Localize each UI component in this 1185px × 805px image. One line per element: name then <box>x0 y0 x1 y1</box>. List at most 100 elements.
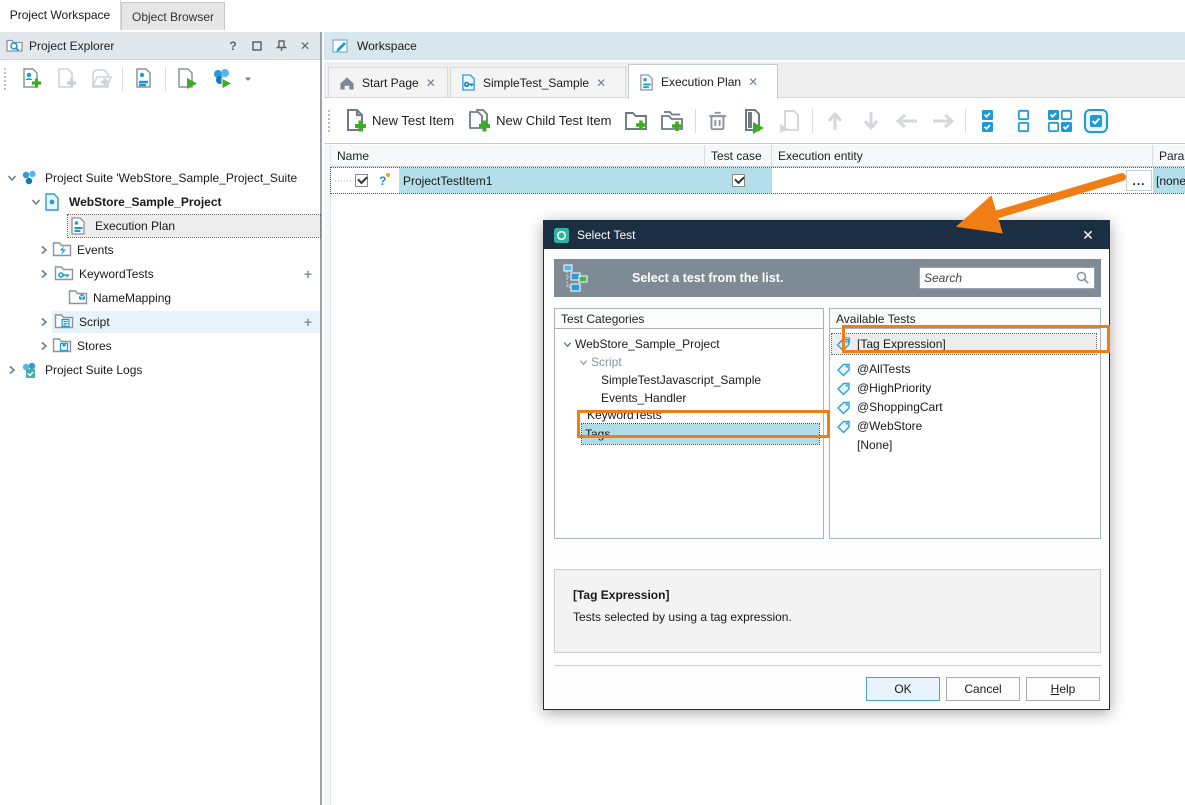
tree-item-label: NameMapping <box>93 291 171 305</box>
chevron-right-icon[interactable] <box>36 338 52 354</box>
test-highpriority[interactable]: @HighPriority <box>836 379 931 397</box>
cell-execution-entity[interactable]: ... <box>772 168 1153 193</box>
tree-item-script[interactable]: Script + <box>0 310 322 334</box>
chevron-right-icon[interactable] <box>36 314 52 330</box>
close-icon[interactable]: ✕ <box>1077 227 1099 244</box>
column-header-execution-entity[interactable]: Execution entity <box>772 145 1153 167</box>
category-keywordtests[interactable]: KeywordTests <box>587 406 662 424</box>
run-dropdown-icon[interactable] <box>243 74 253 84</box>
test-none[interactable]: [None] <box>857 436 892 454</box>
close-icon[interactable]: ✕ <box>296 37 314 55</box>
run-project-button[interactable] <box>173 65 201 93</box>
cell-name[interactable]: ProjectTestItem1 <box>399 168 705 193</box>
chevron-down-icon[interactable] <box>4 170 20 186</box>
help-button[interactable]: Help <box>1026 677 1100 701</box>
test-item-row[interactable]: ? ProjectTestItem1 ... [none] <box>331 168 1185 193</box>
column-header-test-case[interactable]: Test case <box>705 145 772 167</box>
enable-item-checkbox-icon[interactable] <box>1082 107 1110 135</box>
toolbar-grip[interactable] <box>4 68 8 90</box>
project-icon <box>44 193 64 211</box>
organize-execution-plan-button[interactable] <box>130 65 158 93</box>
workspace-header-title: Workspace <box>357 39 417 53</box>
tree-item-project-suite-logs[interactable]: Project Suite Logs <box>0 358 322 382</box>
tree-item-label: Events <box>77 243 114 257</box>
tree-item-stores[interactable]: Stores <box>0 334 322 358</box>
keywordtests-folder-icon <box>54 265 74 283</box>
run-project-suite-button[interactable] <box>208 65 236 93</box>
tab-start-page[interactable]: Start Page ✕ <box>328 67 448 98</box>
toolbar-grip[interactable] <box>328 110 332 132</box>
add-new-project-button[interactable] <box>17 65 45 93</box>
check-all-icon[interactable] <box>974 107 1002 135</box>
move-up-icon[interactable] <box>821 107 849 135</box>
document-tab-strip: Start Page ✕ SimpleTest_Sample ✕ Executi… <box>324 62 1185 98</box>
cell-test-case[interactable] <box>705 168 772 193</box>
uncheck-all-icon[interactable] <box>1010 107 1038 135</box>
cell-parameters[interactable]: [none] <box>1153 168 1185 193</box>
new-group-button[interactable] <box>623 107 651 135</box>
tree-item-namemapping[interactable]: NameMapping <box>0 286 322 310</box>
tree-item-project-suite[interactable]: Project Suite 'WebStore_Sample_Project_S… <box>0 166 322 190</box>
add-new-item-button[interactable] <box>52 65 80 93</box>
test-shoppingcart[interactable]: @ShoppingCart <box>836 398 943 416</box>
column-header-name[interactable]: Name <box>331 145 705 167</box>
keyword-test-doc-icon <box>461 74 476 91</box>
tree-item-events[interactable]: Events <box>0 238 322 262</box>
move-right-icon[interactable] <box>929 107 957 135</box>
tree-item-execution-plan[interactable]: Execution Plan <box>0 214 322 238</box>
cancel-button[interactable]: Cancel <box>946 677 1020 701</box>
new-child-test-item-button[interactable]: New Child Test Item <box>466 108 615 134</box>
category-script[interactable]: Script <box>575 353 622 371</box>
close-tab-icon[interactable]: ✕ <box>748 75 758 89</box>
tab-execution-plan[interactable]: Execution Plan ✕ <box>628 64 778 99</box>
tab-project-workspace[interactable]: Project Workspace <box>0 0 121 30</box>
category-events-handler[interactable]: Events_Handler <box>601 389 686 407</box>
chevron-right-icon[interactable] <box>36 242 52 258</box>
run-from-selected-button[interactable] <box>776 107 804 135</box>
move-left-icon[interactable] <box>893 107 921 135</box>
chevron-down-icon[interactable] <box>28 194 44 210</box>
grid-left-gutter <box>324 145 331 805</box>
column-header-parameters[interactable]: Param <box>1153 145 1185 167</box>
tab-project-workspace-label: Project Workspace <box>10 8 110 22</box>
search-input[interactable] <box>924 271 1076 285</box>
test-tag-expression[interactable]: [Tag Expression] <box>832 334 1096 354</box>
category-project[interactable]: WebStore_Sample_Project <box>559 335 720 353</box>
test-webstore[interactable]: @WebStore <box>836 417 922 435</box>
row-enabled-checkbox[interactable] <box>355 174 368 187</box>
tab-object-browser[interactable]: Object Browser <box>121 2 225 30</box>
delete-button[interactable] <box>704 107 732 135</box>
search-box[interactable] <box>919 267 1095 289</box>
run-selected-item-button[interactable] <box>740 107 768 135</box>
dialog-titlebar[interactable]: Select Test ✕ <box>544 221 1109 249</box>
chevron-right-icon[interactable] <box>36 266 52 282</box>
close-tab-icon[interactable]: ✕ <box>596 76 606 90</box>
dialog-separator <box>554 665 1101 666</box>
move-down-icon[interactable] <box>857 107 885 135</box>
add-item-icon[interactable]: + <box>304 266 312 282</box>
close-tab-icon[interactable]: ✕ <box>426 76 436 90</box>
invert-checks-icon[interactable] <box>1046 107 1074 135</box>
new-child-group-button[interactable] <box>659 107 687 135</box>
chevron-right-icon[interactable] <box>4 362 20 378</box>
maximize-icon[interactable] <box>248 37 266 55</box>
ok-button[interactable]: OK <box>866 677 940 701</box>
test-case-checkbox[interactable] <box>732 174 745 187</box>
category-simpletestjavascript[interactable]: SimpleTestJavascript_Sample <box>601 371 761 389</box>
pin-icon[interactable] <box>272 37 290 55</box>
chevron-down-icon[interactable] <box>559 336 575 352</box>
new-test-item-button[interactable]: New Test Item <box>342 108 458 134</box>
tree-item-project[interactable]: WebStore_Sample_Project <box>0 190 322 214</box>
category-tags[interactable]: Tags <box>582 424 819 444</box>
chevron-down-icon[interactable] <box>575 354 591 370</box>
test-alltests[interactable]: @AllTests <box>836 360 911 378</box>
tree-item-label: Script <box>79 315 110 329</box>
help-icon[interactable]: ? <box>224 37 242 55</box>
tree-item-keywordtests[interactable]: KeywordTests + <box>0 262 322 286</box>
add-existing-item-button[interactable] <box>87 65 115 93</box>
tag-expression-icon <box>836 337 852 352</box>
toolbar-separator <box>695 109 696 133</box>
tab-simpletest-sample[interactable]: SimpleTest_Sample ✕ <box>450 67 626 98</box>
ellipsis-button[interactable]: ... <box>1126 170 1152 191</box>
add-item-icon[interactable]: + <box>304 314 312 330</box>
